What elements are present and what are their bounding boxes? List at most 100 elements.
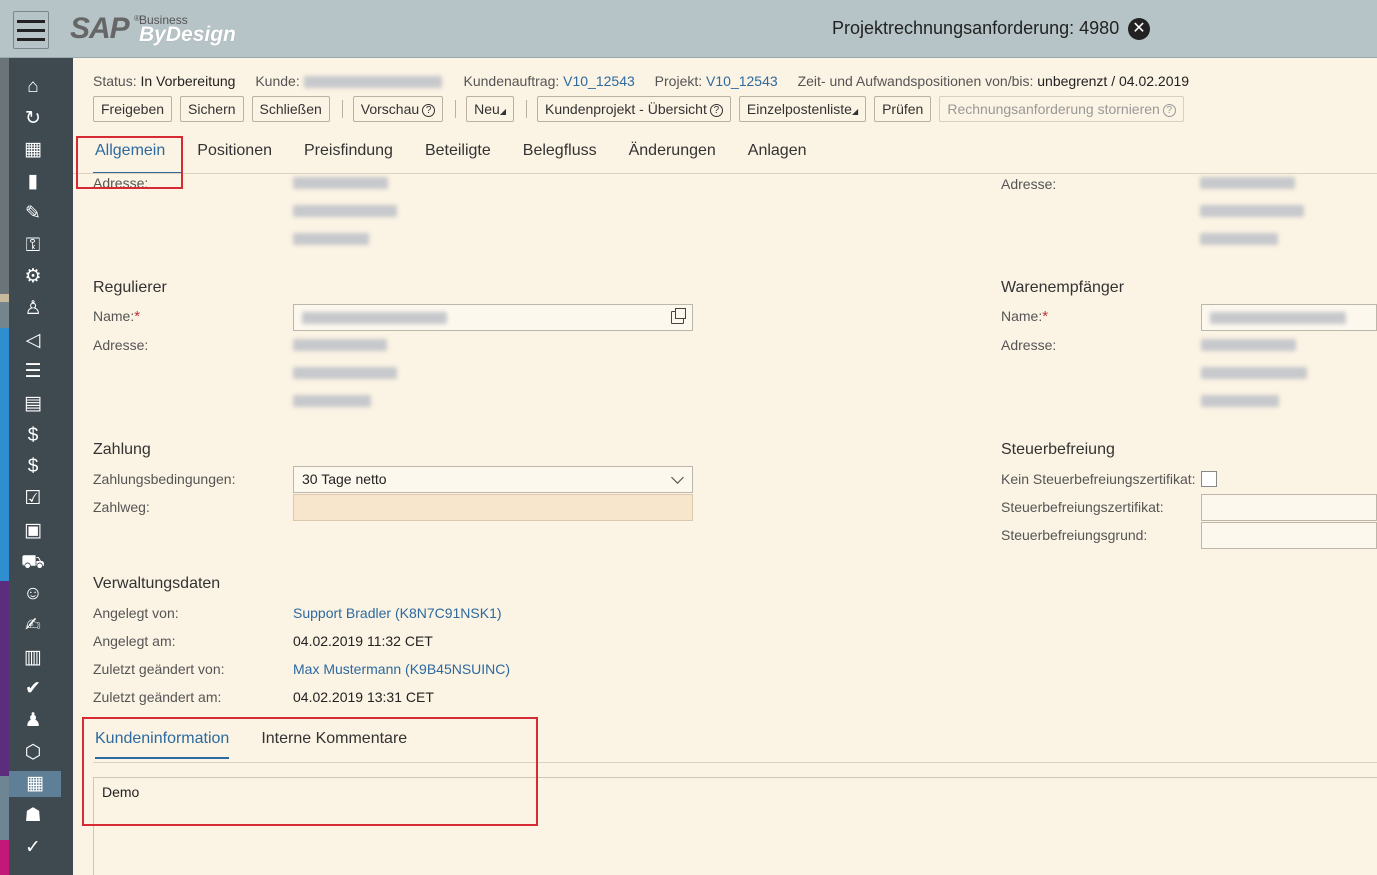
line-item-list-button[interactable]: Einzelpostenliste◢ bbox=[738, 96, 867, 122]
project-link[interactable]: V10_12543 bbox=[706, 73, 778, 89]
tab-beteiligte[interactable]: Beteiligte bbox=[409, 139, 507, 174]
receipt-icon[interactable]: ▥ bbox=[19, 645, 47, 671]
project-label: Projekt: bbox=[654, 73, 703, 89]
checklist-icon[interactable]: ☑ bbox=[19, 486, 47, 512]
section-title-verwaltungsdaten: Verwaltungsdaten bbox=[93, 575, 221, 592]
check-button[interactable]: Prüfen bbox=[874, 96, 932, 122]
person-desk-icon[interactable]: ♟ bbox=[19, 708, 47, 734]
address-line-redacted bbox=[1201, 395, 1279, 407]
customer-project-overview-button[interactable]: Kundenprojekt - Übersicht? bbox=[537, 96, 731, 122]
address-line-redacted bbox=[1201, 367, 1307, 379]
section-title-steuerbefreiung: Steuerbefreiung bbox=[1001, 441, 1115, 458]
time-range-label: Zeit- und Aufwandspositionen von/bis: bbox=[797, 73, 1034, 89]
payment-method-field bbox=[293, 494, 693, 521]
invoice-check-icon[interactable]: ✔ bbox=[19, 676, 47, 702]
campaign-icon[interactable]: ◁ bbox=[19, 328, 47, 354]
address-line-redacted bbox=[293, 177, 388, 189]
payment-terms-dropdown[interactable]: 30 Tage netto bbox=[293, 466, 693, 493]
support-icon[interactable]: ☺ bbox=[19, 581, 47, 607]
address-line-redacted bbox=[293, 367, 397, 379]
highlight-box-customer-info bbox=[82, 717, 538, 826]
toolbar-separator bbox=[341, 100, 343, 118]
tax-exemption-reason-label: Steuerbefreiungsgrund: bbox=[1001, 527, 1148, 543]
address-line-redacted bbox=[293, 205, 397, 217]
status-value: In Vorbereitung bbox=[140, 73, 236, 89]
no-tax-certificate-checkbox[interactable] bbox=[1201, 471, 1217, 487]
close-button[interactable]: Schließen bbox=[251, 96, 330, 122]
status-line: Status: In Vorbereitung Kunde: Kundenauf… bbox=[93, 73, 1205, 89]
help-icon: ? bbox=[1162, 104, 1176, 117]
sales-order-link[interactable]: V10_12543 bbox=[563, 73, 635, 89]
document-money2-icon[interactable]: $ bbox=[19, 454, 47, 480]
settings-icon[interactable]: ⚙ bbox=[19, 264, 47, 290]
section-title-regulierer: Regulierer bbox=[93, 279, 167, 296]
shell-bar: SAP ® Business ByDesign Projektrechnungs… bbox=[0, 0, 1377, 58]
changed-on-label: Zuletzt geändert am: bbox=[93, 689, 222, 705]
clipboard-icon[interactable]: ▣ bbox=[19, 518, 47, 544]
highlight-box-allgemein bbox=[76, 136, 183, 189]
payer-name-input[interactable] bbox=[293, 304, 693, 331]
car-icon[interactable]: ⛟ bbox=[19, 550, 47, 576]
calendar-edit-icon[interactable]: ▦ bbox=[9, 771, 61, 798]
created-by-label: Angelegt von: bbox=[93, 605, 179, 621]
contacts-icon[interactable]: ☰ bbox=[19, 359, 47, 385]
dashboard-icon[interactable]: ▦ bbox=[19, 137, 47, 163]
changed-on-value: 04.02.2019 13:31 CET bbox=[293, 689, 434, 705]
address-line-redacted bbox=[1200, 205, 1304, 217]
name-label: Name:* bbox=[1001, 308, 1049, 325]
security-icon[interactable]: ⚿ bbox=[19, 233, 47, 259]
address-line-redacted bbox=[293, 395, 371, 407]
payer-name-redacted bbox=[302, 312, 447, 325]
help-icon: ? bbox=[422, 104, 436, 117]
changed-by-label: Zuletzt geändert von: bbox=[93, 661, 225, 677]
address-line-redacted bbox=[1200, 233, 1278, 245]
payment-terms-label: Zahlungsbedingungen: bbox=[93, 471, 236, 487]
address-label: Adresse: bbox=[93, 337, 149, 353]
edit-icon[interactable]: ✎ bbox=[19, 201, 47, 227]
tax-certificate-input[interactable] bbox=[1201, 494, 1377, 521]
group-icon[interactable]: ☗ bbox=[19, 803, 47, 829]
payment-method-label: Zahlweg: bbox=[93, 499, 150, 515]
tab-aenderungen[interactable]: Änderungen bbox=[613, 139, 732, 174]
tax-exemption-reason-input[interactable] bbox=[1201, 522, 1377, 549]
address-line-redacted bbox=[1201, 339, 1296, 351]
window-title: Projektrechnungsanforderung: 4980 bbox=[832, 18, 1120, 38]
no-tax-certificate-label: Kein Steuerbefreiungszertifikat: bbox=[1001, 471, 1196, 487]
time-range-value: unbegrenzt / 04.02.2019 bbox=[1037, 73, 1190, 89]
created-on-value: 04.02.2019 11:32 CET bbox=[293, 633, 433, 649]
tab-belegfluss[interactable]: Belegfluss bbox=[507, 139, 613, 174]
org-icon[interactable]: ♙ bbox=[19, 296, 47, 322]
card-icon[interactable]: ▤ bbox=[19, 391, 47, 417]
save-button[interactable]: Sichern bbox=[180, 96, 244, 122]
section-title-warenempfaenger: Warenempfänger bbox=[1001, 279, 1125, 296]
created-by-link[interactable]: Support Bradler (K8N7C91NSK1) bbox=[293, 605, 502, 621]
tab-anlagen[interactable]: Anlagen bbox=[732, 139, 823, 174]
tab-preisfindung[interactable]: Preisfindung bbox=[288, 139, 409, 174]
ship-to-name-input[interactable] bbox=[1201, 304, 1377, 331]
address-line-redacted bbox=[1200, 177, 1295, 189]
toolbar-separator bbox=[526, 100, 527, 118]
user-check-icon[interactable]: ✓ bbox=[19, 835, 47, 861]
value-help-icon[interactable] bbox=[671, 308, 686, 324]
customer-value-redacted bbox=[303, 76, 442, 89]
tab-positionen[interactable]: Positionen bbox=[181, 139, 288, 174]
status-label: Status: bbox=[93, 73, 137, 89]
address-label: Adresse: bbox=[1001, 337, 1057, 353]
payment-terms-value: 30 Tage netto bbox=[302, 471, 387, 487]
preview-button[interactable]: Vorschau? bbox=[352, 96, 444, 122]
document-money-icon[interactable]: $ bbox=[19, 423, 47, 449]
refresh-icon[interactable]: ↻ bbox=[19, 106, 47, 132]
help-icon: ? bbox=[709, 104, 723, 117]
menu-icon[interactable] bbox=[13, 11, 49, 49]
home-icon[interactable]: ⌂ bbox=[19, 74, 47, 100]
changed-by-link[interactable]: Max Mustermann (K9B45NSUINC) bbox=[293, 661, 510, 677]
analytics-icon[interactable]: ▮ bbox=[19, 169, 47, 195]
address-label: Adresse: bbox=[1001, 176, 1057, 192]
boxes-icon[interactable]: ⬡ bbox=[19, 740, 47, 766]
new-button[interactable]: Neu◢ bbox=[466, 96, 514, 122]
toolbar-separator bbox=[455, 100, 457, 118]
close-icon[interactable]: ✕ bbox=[1128, 18, 1150, 40]
notes-icon[interactable]: ✍ bbox=[19, 613, 47, 639]
cancel-invoice-request-button[interactable]: Rechnungsanforderung stornieren? bbox=[939, 96, 1184, 122]
release-button[interactable]: Freigeben bbox=[93, 96, 173, 122]
